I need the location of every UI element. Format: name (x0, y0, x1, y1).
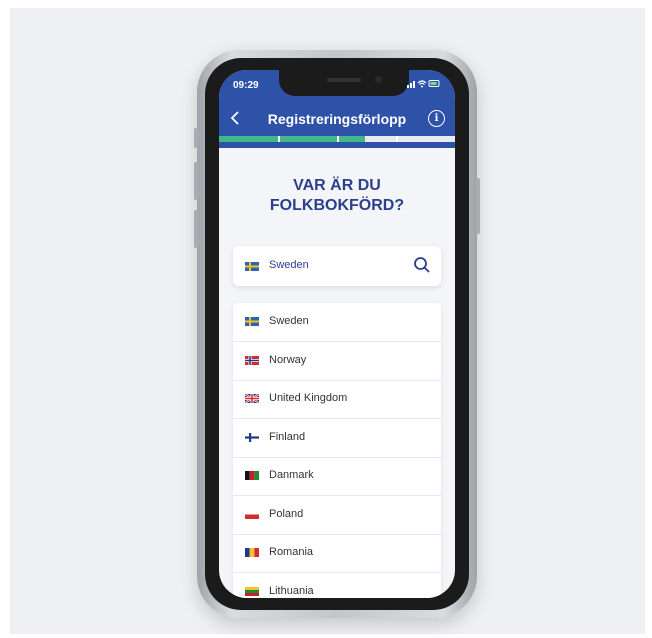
uk-flag-icon (245, 394, 259, 403)
search-input[interactable]: Sweden (269, 259, 309, 271)
lithuania-flag-icon (245, 586, 259, 596)
country-item-lithuania[interactable]: Lithuania (233, 573, 441, 599)
country-item-poland[interactable]: Poland (233, 496, 441, 535)
page-title-line-1: VAR ÄR DU (293, 177, 381, 194)
country-list: Sweden Norway United Kingdom Finland Danmark… (233, 303, 441, 598)
speaker (327, 78, 361, 82)
progress-step-divider (396, 136, 398, 142)
status-time: 09:29 (233, 80, 259, 91)
norway-flag-icon (245, 355, 259, 365)
country-label: Danmark (269, 469, 314, 481)
country-label: United Kingdom (269, 392, 348, 404)
country-item-sweden[interactable]: Sweden (233, 303, 441, 342)
page-title: VAR ÄR DU FOLKBOKFÖRD? (219, 176, 455, 216)
progress-fill (219, 136, 366, 142)
volume-up-button (194, 162, 198, 200)
romania-flag-icon (245, 548, 259, 557)
power-button (476, 178, 480, 234)
search-icon[interactable] (413, 256, 431, 274)
country-item-norway[interactable]: Norway (233, 342, 441, 381)
afghanistan-flag-icon (245, 471, 259, 480)
status-icons (407, 79, 441, 90)
phone-bezel: 09:29 Registreringsförlopp i VAR ÄR DU F… (205, 58, 469, 610)
country-item-united-kingdom[interactable]: United Kingdom (233, 380, 441, 419)
status-icons-svg (407, 80, 440, 88)
mute-switch (194, 128, 198, 148)
country-label: Romania (269, 546, 314, 558)
app-screen: 09:29 Registreringsförlopp i VAR ÄR DU F… (219, 70, 455, 598)
sweden-flag-icon (245, 317, 259, 326)
signal-icon (407, 81, 415, 88)
info-button[interactable]: i (428, 110, 445, 127)
country-item-danmark[interactable]: Danmark (233, 457, 441, 496)
battery-icon (428, 80, 440, 87)
progress-step-divider (337, 136, 339, 142)
country-label: Sweden (269, 315, 309, 327)
screenshot-background: 09:29 Registreringsförlopp i VAR ÄR DU F… (10, 8, 645, 634)
poland-flag-icon (245, 509, 259, 519)
wifi-icon (417, 80, 427, 85)
page-title-line-2: FOLKBOKFÖRD? (269, 197, 405, 214)
phone-frame: 09:29 Registreringsförlopp i VAR ÄR DU F… (194, 50, 480, 618)
country-label: Norway (269, 353, 307, 366)
info-icon: i (434, 113, 439, 124)
country-label: Lithuania (269, 584, 314, 597)
sweden-flag-icon (245, 262, 259, 271)
front-camera (375, 76, 382, 83)
notch (279, 70, 409, 96)
finland-flag-icon (245, 432, 259, 442)
progress-step-divider (278, 136, 280, 142)
country-search-field[interactable]: Sweden (233, 246, 441, 286)
app-header: 09:29 Registreringsförlopp i (219, 70, 455, 148)
country-item-romania[interactable]: Romania (233, 534, 441, 573)
country-label: Finland (269, 430, 306, 443)
header-title: Registreringsförlopp (267, 111, 407, 127)
country-item-finland[interactable]: Finland (233, 419, 441, 458)
country-label: Poland (269, 507, 304, 520)
progress-bar (219, 136, 455, 142)
volume-down-button (194, 210, 198, 248)
